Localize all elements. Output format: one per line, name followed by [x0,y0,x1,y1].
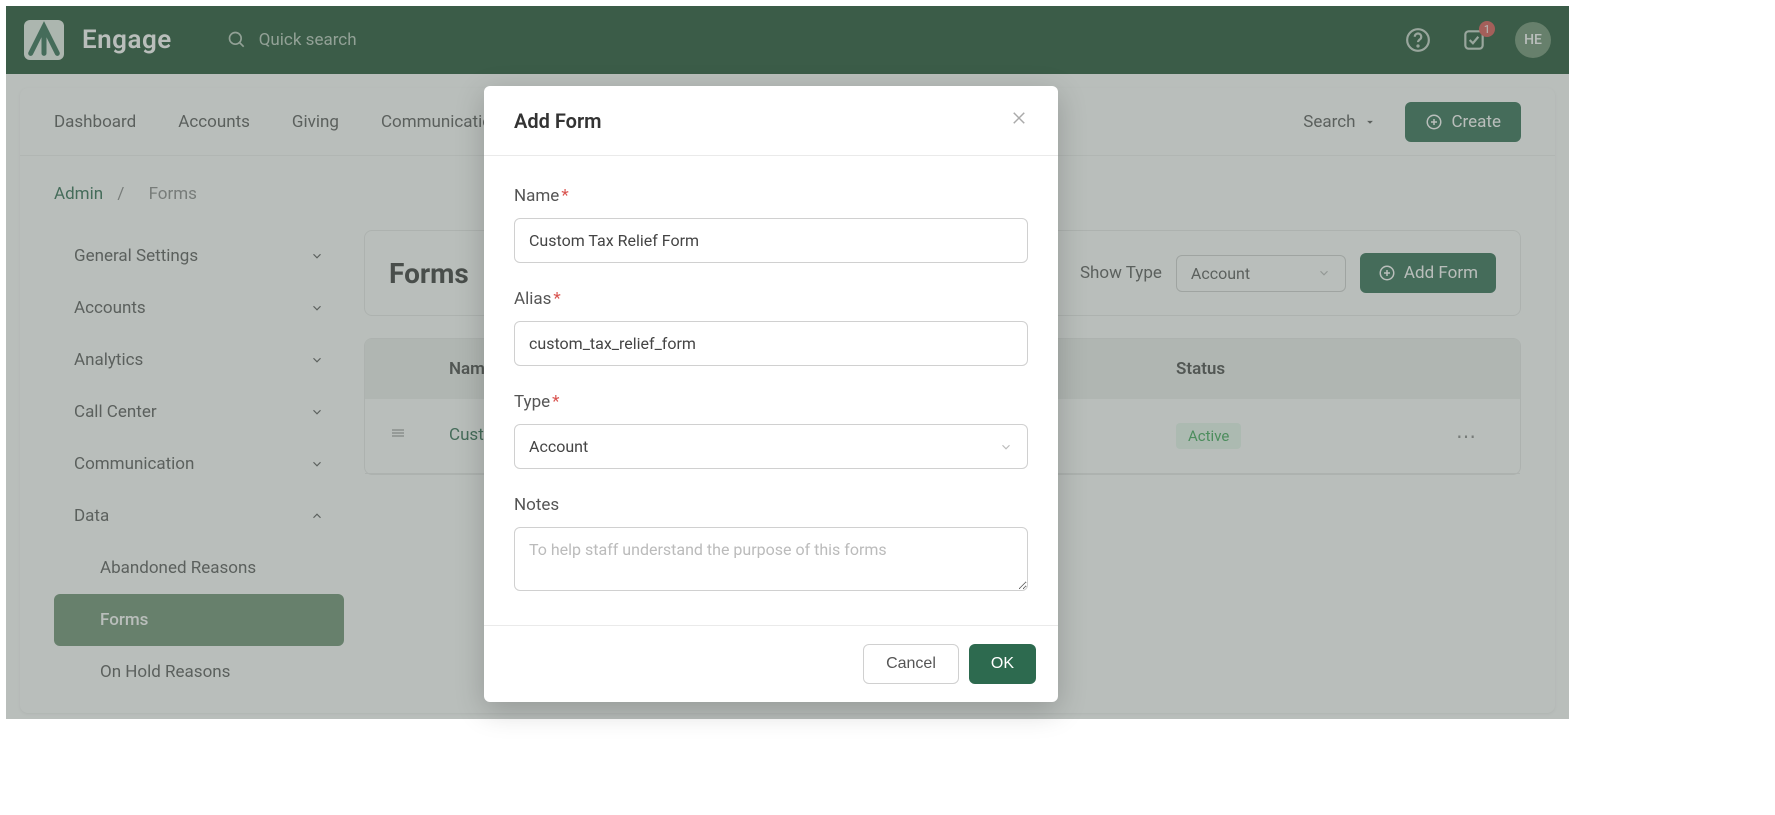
chevron-down-icon [999,440,1013,454]
alias-label: Alias* [514,289,1028,309]
modal-close-button[interactable] [1010,108,1028,133]
close-icon [1010,109,1028,127]
notes-label: Notes [514,495,1028,515]
notes-textarea[interactable] [514,527,1028,591]
ok-button[interactable]: OK [969,644,1036,684]
alias-input[interactable] [514,321,1028,366]
cancel-button[interactable]: Cancel [863,644,959,684]
type-select[interactable]: Account [514,424,1028,469]
add-form-modal: Add Form Name* Alias* Type* Account Note… [484,86,1058,702]
type-value: Account [529,437,588,456]
name-label: Name* [514,186,1028,206]
modal-title: Add Form [514,109,602,133]
name-input[interactable] [514,218,1028,263]
type-label: Type* [514,392,1028,412]
